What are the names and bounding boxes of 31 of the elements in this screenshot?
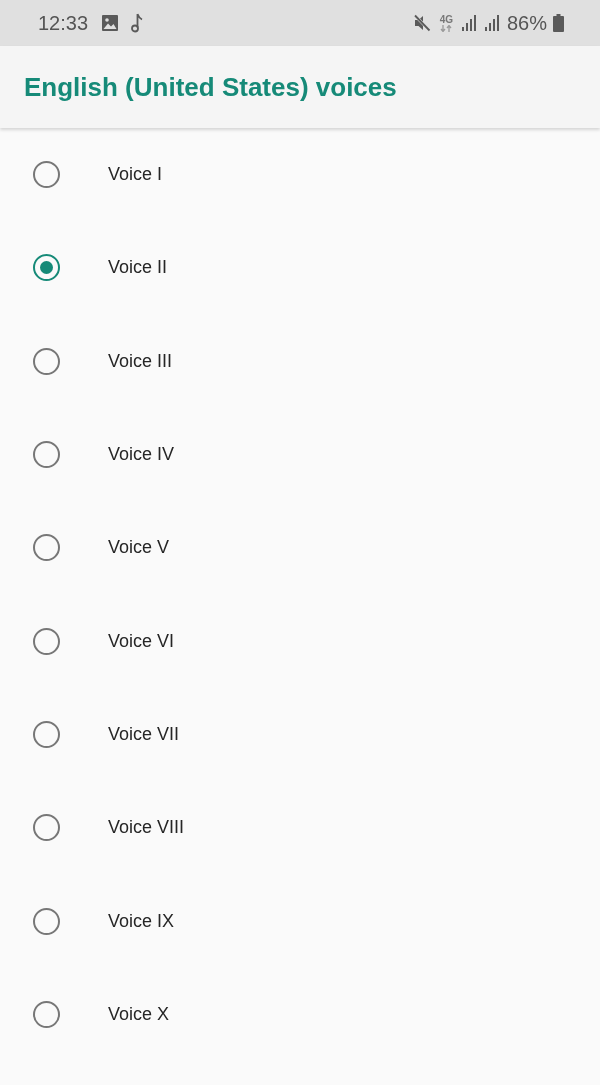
mute-icon xyxy=(412,14,431,32)
voice-label[interactable]: Voice VIII xyxy=(108,817,185,839)
radio-button[interactable] xyxy=(33,627,60,655)
signal-icon xyxy=(484,15,499,31)
screen-title: English (United States) voices xyxy=(24,71,397,103)
voice-label[interactable]: Voice V xyxy=(108,537,170,559)
radio-button[interactable] xyxy=(33,814,60,842)
voice-label[interactable]: Voice IX xyxy=(108,910,175,932)
voice-label[interactable]: Voice VI xyxy=(108,630,175,652)
voice-label[interactable]: Voice IV xyxy=(108,444,175,466)
network-type: 4G xyxy=(439,14,453,25)
status-time: 12:33 xyxy=(38,11,89,35)
radio-button[interactable] xyxy=(33,534,60,562)
voice-label[interactable]: Voice X xyxy=(108,1003,170,1025)
voice-label[interactable]: Voice II xyxy=(108,257,168,279)
music-note-icon xyxy=(131,13,144,33)
voice-label[interactable]: Voice III xyxy=(108,350,173,372)
signal-icon xyxy=(461,15,476,31)
radio-button[interactable] xyxy=(33,347,60,375)
radio-button[interactable] xyxy=(33,907,60,935)
voice-label[interactable]: Voice I xyxy=(108,164,163,186)
radio-button[interactable] xyxy=(33,441,60,469)
radio-button[interactable] xyxy=(33,1000,60,1028)
image-icon xyxy=(102,15,119,31)
data-arrows-icon xyxy=(440,25,453,32)
battery-icon xyxy=(553,14,564,32)
radio-button[interactable] xyxy=(33,720,60,748)
voice-label[interactable]: Voice VII xyxy=(108,723,180,745)
radio-button[interactable] xyxy=(33,161,60,189)
radio-button[interactable] xyxy=(33,254,60,282)
battery-percent: 86% xyxy=(506,11,547,35)
